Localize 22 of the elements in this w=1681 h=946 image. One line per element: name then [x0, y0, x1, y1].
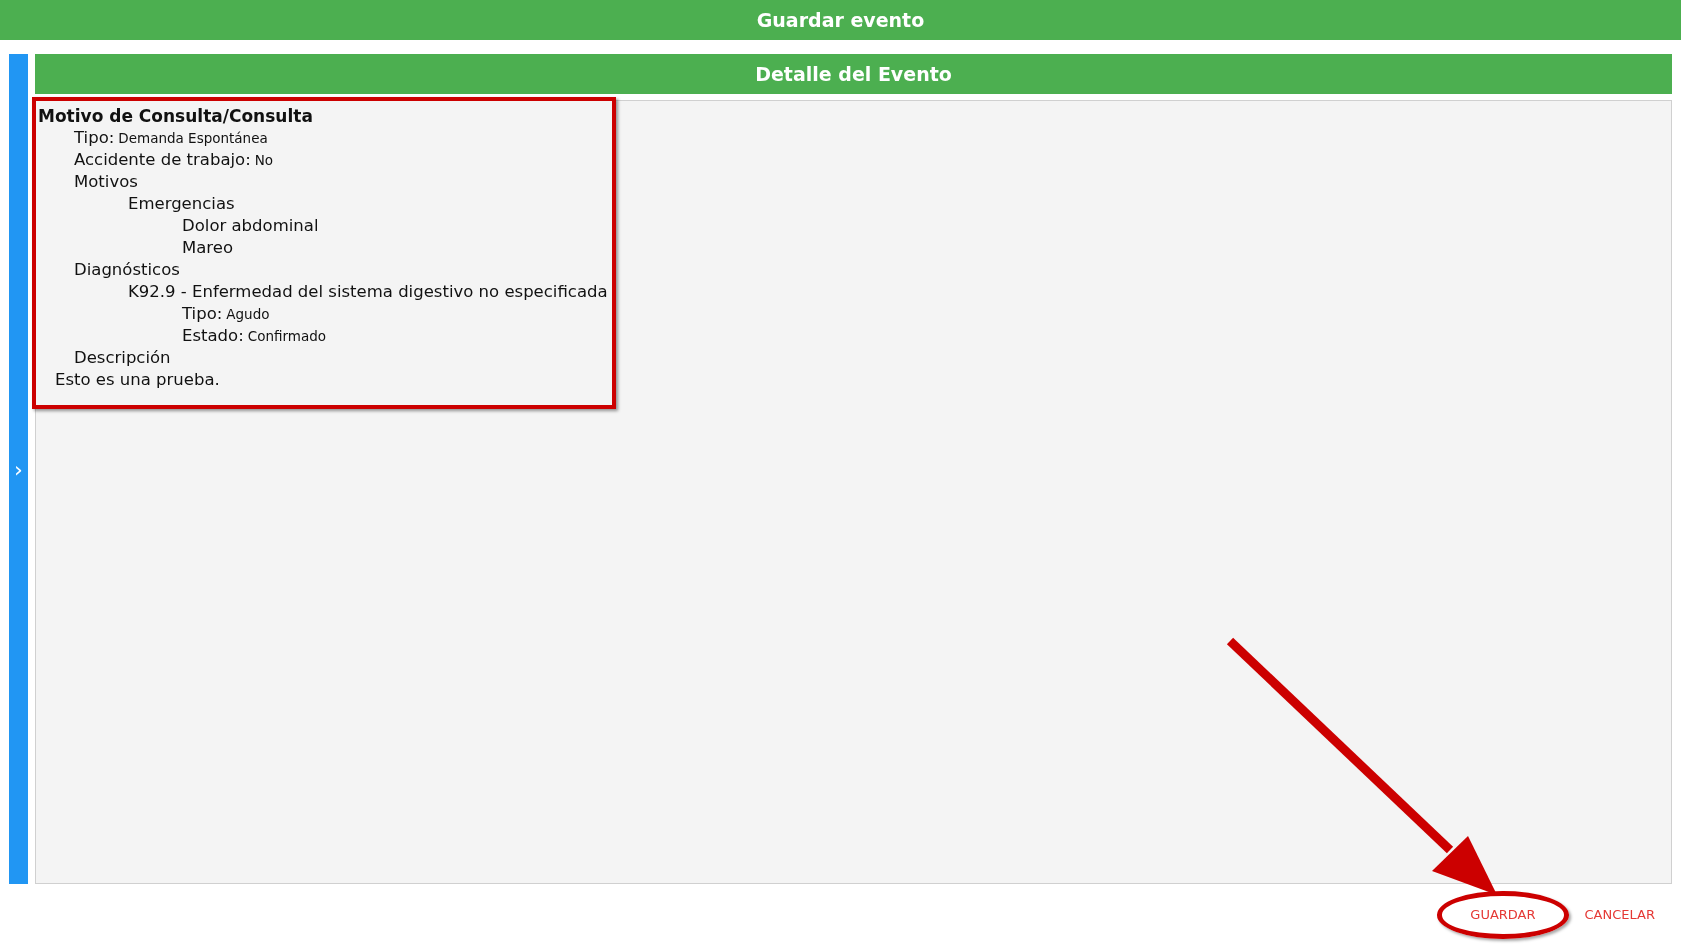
section-title: Motivo de Consulta/Consulta: [38, 105, 314, 127]
title-bar: Guardar evento: [0, 0, 1681, 40]
section-header: Detalle del Evento: [35, 54, 1672, 94]
footer-button[interactable]: CANCELAR: [1572, 899, 1667, 931]
footer-button[interactable]: GUARDAR: [1437, 891, 1569, 939]
detail-value: Confirmado: [247, 327, 327, 346]
detail-label: Diagnósticos: [74, 259, 180, 281]
description-text: Esto es una prueba.: [54, 369, 221, 391]
detail-label: Motivos: [74, 171, 138, 193]
detail-value: No: [254, 151, 274, 170]
detail-label: Tipo:: [74, 127, 115, 149]
detail-label: Emergencias: [128, 193, 235, 215]
detail-value: Demanda Espontánea: [118, 129, 268, 148]
detail-label: K92.9 - Enfermedad del sistema digestivo no especificada: [128, 281, 608, 303]
detail-label: Mareo: [182, 237, 233, 259]
detail-label: Dolor abdominal: [182, 215, 319, 237]
sidebar-toggle[interactable]: ›: [9, 54, 28, 884]
detail-label: Accidente de trabajo:: [74, 149, 251, 171]
detail-label: Tipo:: [182, 303, 223, 325]
detail-value: Agudo: [226, 305, 270, 324]
detail-label: Estado:: [182, 325, 244, 347]
detail-label: Descripción: [74, 347, 171, 369]
